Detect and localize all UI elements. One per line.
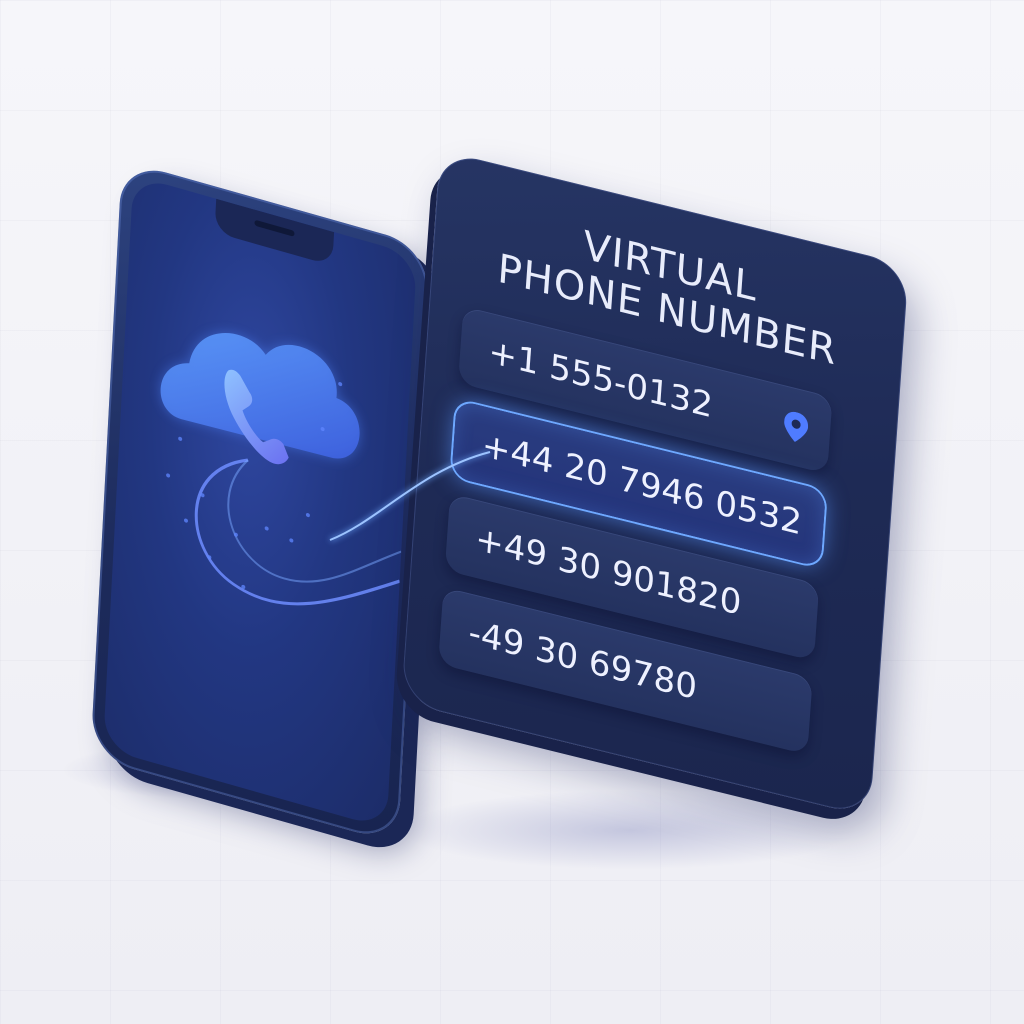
signal-wire — [194, 458, 401, 606]
smartphone — [90, 160, 430, 844]
location-pin-icon — [784, 411, 809, 442]
card-shadow — [400, 790, 860, 870]
cloud-phone-illustration — [160, 333, 402, 606]
card-panel: VIRTUAL PHONE NUMBER +1 555-0132 +44 20 … — [400, 150, 909, 818]
phone-frame — [90, 160, 430, 844]
virtual-number-card: VIRTUAL PHONE NUMBER +1 555-0132 +44 20 … — [400, 150, 909, 818]
phone-screen — [102, 175, 417, 829]
phone-number-text: -49 30 69780 — [467, 612, 699, 709]
phone-number-text: +1 555-0132 — [487, 331, 715, 427]
